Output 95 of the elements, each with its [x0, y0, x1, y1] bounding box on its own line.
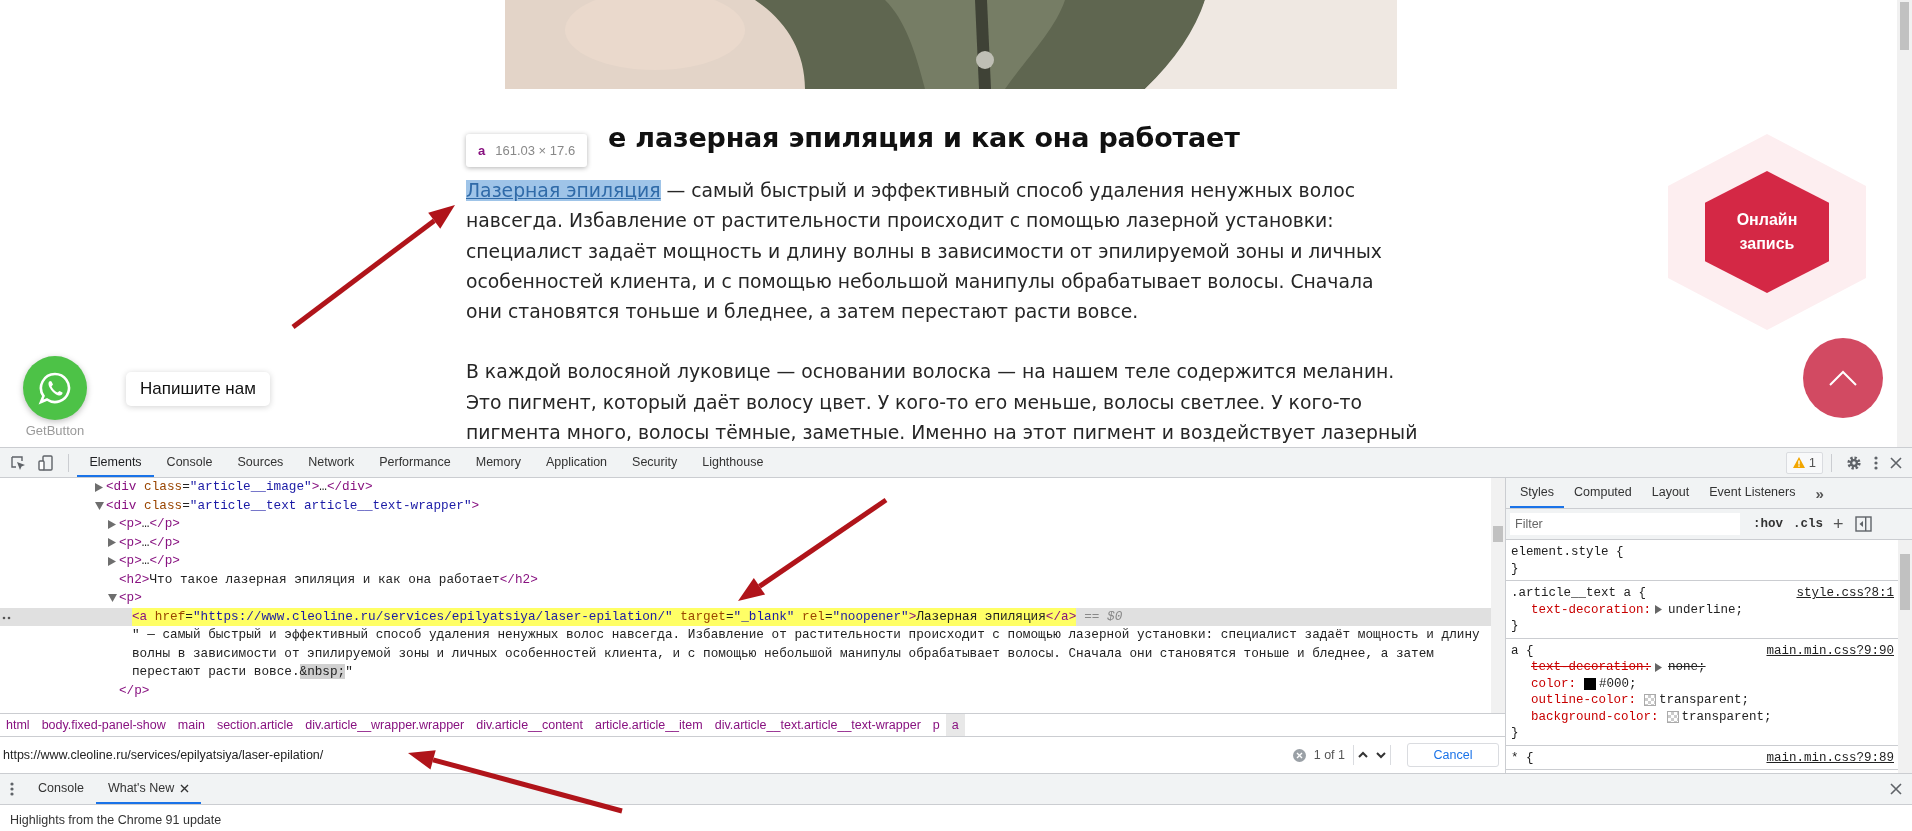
chat-prompt[interactable]: Напишите нам: [126, 372, 270, 406]
sidebar-toggle-icon[interactable]: [1854, 516, 1872, 532]
more-tabs-button[interactable]: »: [1805, 478, 1834, 508]
css-value: none;: [1668, 659, 1706, 676]
closing-brace: }: [1511, 725, 1520, 742]
breadcrumb[interactable]: html: [0, 714, 36, 736]
css-value: #000;: [1599, 675, 1637, 692]
element-node[interactable]: <p>…</p>: [119, 515, 180, 534]
color-swatch[interactable]: [1644, 694, 1657, 707]
css-selector: .article__text a {: [1511, 585, 1647, 602]
element-node[interactable]: <p>…</p>: [119, 533, 180, 552]
class-button[interactable]: .cls: [1788, 517, 1829, 531]
more-options-icon[interactable]: [10, 781, 14, 797]
panel-tab[interactable]: Network: [295, 448, 367, 477]
source-link[interactable]: main.min.css?9:89: [1766, 749, 1894, 766]
hover-state-button[interactable]: :hov: [1748, 517, 1788, 531]
panel-tab[interactable]: Application: [533, 448, 620, 477]
close-icon[interactable]: [180, 783, 190, 793]
color-swatch[interactable]: [1666, 710, 1679, 723]
css-value: transparent;: [1681, 708, 1772, 725]
pane-tab[interactable]: Computed: [1564, 478, 1642, 508]
breadcrumb[interactable]: article.article__item: [589, 714, 709, 736]
dots-icon[interactable]: [2, 615, 12, 620]
panel-tab[interactable]: Performance: [366, 448, 464, 477]
element-node[interactable]: </p>: [119, 681, 150, 700]
close-icon[interactable]: [1890, 783, 1902, 795]
pane-tab[interactable]: Event Listeners: [1699, 478, 1806, 508]
match-count: 1 of 1: [1313, 748, 1345, 762]
panel-tab[interactable]: Elements: [77, 448, 155, 477]
panel-tab[interactable]: Sources: [225, 448, 296, 477]
source-link[interactable]: main.min.css?9:90: [1766, 642, 1894, 659]
issues-button[interactable]: 1: [1785, 451, 1823, 474]
pane-tab[interactable]: Layout: [1641, 478, 1700, 508]
tag-name: a: [478, 143, 486, 158]
inspect-icon[interactable]: [10, 454, 26, 471]
expand-arrow-icon[interactable]: [1655, 605, 1663, 615]
css-value: transparent;: [1659, 692, 1750, 709]
scrollbar[interactable]: [1897, 0, 1912, 447]
article-heading: е лазерная эпиляция и как она работает: [608, 121, 1240, 155]
drawer-tab[interactable]: Console: [26, 774, 96, 804]
css-value: underline;: [1668, 601, 1744, 618]
css-selector: * {: [1511, 749, 1534, 766]
css-selector: a {: [1511, 642, 1534, 659]
breadcrumb[interactable]: a: [945, 714, 965, 736]
color-swatch[interactable]: [1584, 677, 1596, 690]
chat-bubble-icon: [38, 371, 72, 405]
element-size: 161.03 × 17.6: [495, 143, 576, 158]
scrollbar[interactable]: [1898, 540, 1912, 773]
device-icon[interactable]: [38, 454, 54, 471]
filter-field[interactable]: Filter: [1510, 513, 1740, 535]
css-property[interactable]: text-decoration:: [1531, 601, 1652, 618]
panel-tab[interactable]: Console: [154, 448, 225, 477]
node-reference: == $0: [1084, 607, 1123, 626]
panel-tab[interactable]: Lighthouse: [689, 448, 776, 477]
breadcrumb[interactable]: section.article: [210, 714, 300, 736]
element-node[interactable]: <div class="article__image">…</div>: [106, 478, 373, 497]
new-rule-button[interactable]: +: [1828, 513, 1849, 535]
warning-icon: [1792, 457, 1805, 468]
selected-row[interactable]: <a href="https://www.cleoline.ru/services/epilyatsiya/laser-epilation/" target="_blank" rel="noopener">Лазерная эпиляция</a> == $0: [0, 607, 1491, 626]
scrollbar[interactable]: [1491, 478, 1505, 713]
closing-brace: }: [1511, 618, 1520, 635]
expanded-arrow-icon[interactable]: [108, 594, 117, 603]
closing-brace: }: [1511, 560, 1520, 577]
clear-icon[interactable]: [1292, 748, 1306, 762]
element-node[interactable]: <a href="https://www.cleoline.ru/services/epilyatsiya/laser-epilation/" target="_blank" rel="noopener">Лазерная эпиляция</a>: [132, 607, 1077, 626]
cancel-button[interactable]: Cancel: [1407, 743, 1499, 767]
breadcrumb[interactable]: div.article__text.article__text-wrapper: [708, 714, 927, 736]
text-node[interactable]: " — самый быстрый и эффективный способ удаления ненужных волос навсегда. Избавление от растительности происходит с помощью лазерной установки: специалист задаёт мощность и длину волны в зависимости от эпилируемой зоны и личных особенностей клиента, и с помощью небольшой манипулы обрабатывает волосы. Сначала они становятся тоньше и бледнее, а затем перестают расти вовсе.&nbsp;": [132, 626, 1491, 682]
widget-caption: GetButton: [25, 423, 85, 438]
breadcrumb[interactable]: div.article__content: [470, 714, 589, 736]
css-property[interactable]: color:: [1531, 675, 1576, 692]
element-node[interactable]: <p>: [119, 589, 142, 608]
element-node[interactable]: <p>…</p>: [119, 552, 180, 571]
source-link[interactable]: style.css?8:1: [1796, 585, 1894, 602]
css-property[interactable]: outline-color:: [1531, 692, 1637, 709]
chevron-up-icon: [1828, 369, 1858, 387]
breadcrumb[interactable]: body.fixed-panel-show: [35, 714, 172, 736]
breadcrumb[interactable]: div.article__wrapper.wrapper: [299, 714, 471, 736]
element-node[interactable]: <h2>Что такое лазерная эпиляция и как она работает</h2>: [119, 570, 538, 589]
settings-icon[interactable]: [1846, 454, 1862, 471]
css-selector: element.style {: [1511, 544, 1624, 561]
expanded-arrow-icon[interactable]: [95, 501, 104, 510]
element-node[interactable]: <div class="article__text article__text-wrapper">: [106, 496, 480, 515]
paragraph: Лазерная эпиляция — самый быстрый и эффективный способ удаления ненужных волос навсегда. Избавление от растительности происходит с помощью лазерной установки: специалист задаёт мощность и длину волны в зависимости от эпилируемой зоны и личных особенностей клиента, и с помощью небольшой манипулы обрабатывает волосы. Сначала они становятся тоньше и бледнее, а затем перестают расти вовсе.: [466, 179, 1382, 325]
css-property[interactable]: text-decoration:: [1531, 659, 1652, 676]
panel-tab[interactable]: Security: [619, 448, 690, 477]
collapsed-arrow-icon[interactable]: [95, 482, 103, 492]
breadcrumb[interactable]: p: [926, 714, 946, 736]
close-icon[interactable]: [1890, 456, 1902, 469]
more-options-icon[interactable]: [1874, 454, 1878, 471]
paragraph: В каждой волосяной луковице — основании волоска — на нашем теле содержится меланин. Это пигмент, который даёт волосу цвет. У кого-то его меньше, волосы светлее. У кого-то пигмента много, волосы тёмные, заметные. Именно на этот пигмент и воздействует лазерный: [466, 360, 1418, 446]
expand-arrow-icon[interactable]: [1655, 662, 1663, 672]
panel-tab[interactable]: Memory: [463, 448, 534, 477]
breadcrumb[interactable]: main: [171, 714, 211, 736]
css-property[interactable]: background-color:: [1531, 708, 1659, 725]
